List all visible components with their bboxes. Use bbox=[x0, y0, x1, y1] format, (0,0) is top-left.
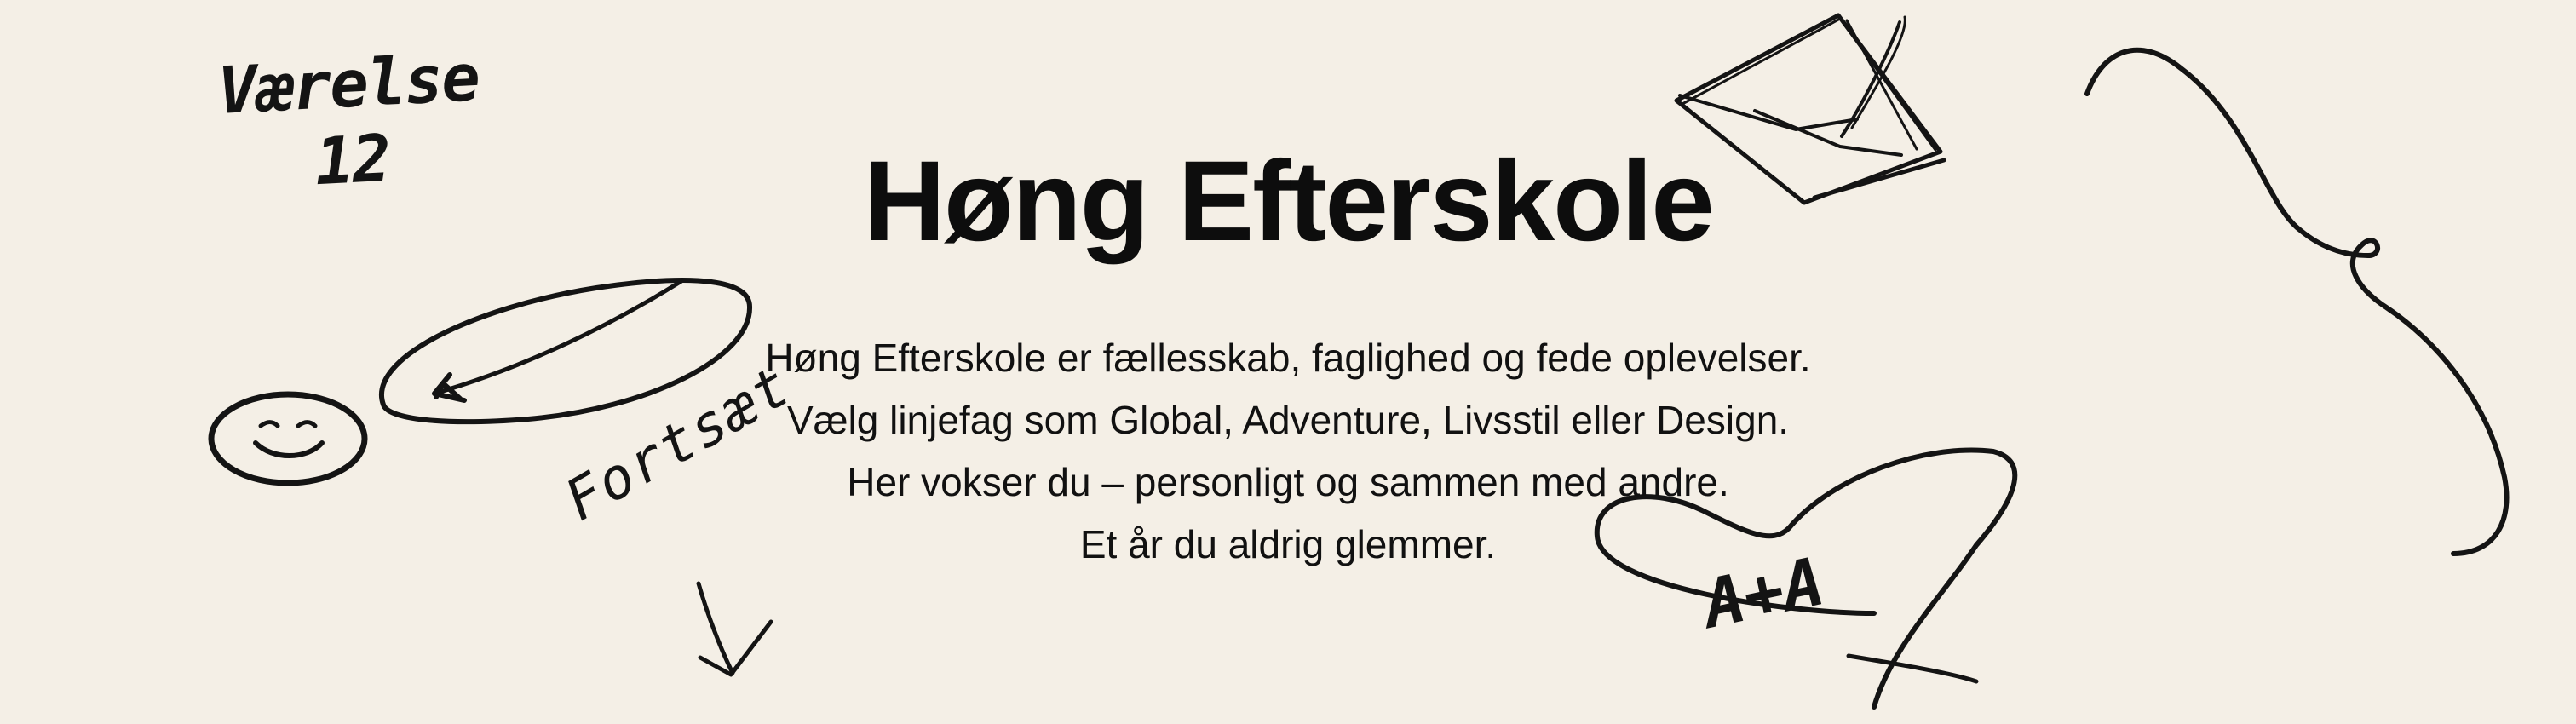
room-note-label: Værelse bbox=[216, 39, 481, 129]
intro-line: Her vokser du – personligt og sammen med… bbox=[847, 460, 1729, 504]
intro-line: Et år du aldrig glemmer. bbox=[1079, 522, 1497, 566]
intro-line: Høng Efterskole er fællesskab, faglighed… bbox=[765, 336, 1811, 380]
page-title: Høng Efterskole bbox=[863, 138, 1715, 265]
intro-line: Vælg linjefag som Global, Adventure, Liv… bbox=[786, 398, 1790, 442]
down-arrow-doodle-icon bbox=[696, 581, 773, 677]
hero-banner: Værelse 12 Fortsæt A+A Høng Efterskole H… bbox=[0, 0, 2576, 724]
intro-text: Høng Efterskole er fællesskab, faglighed… bbox=[0, 327, 2576, 576]
